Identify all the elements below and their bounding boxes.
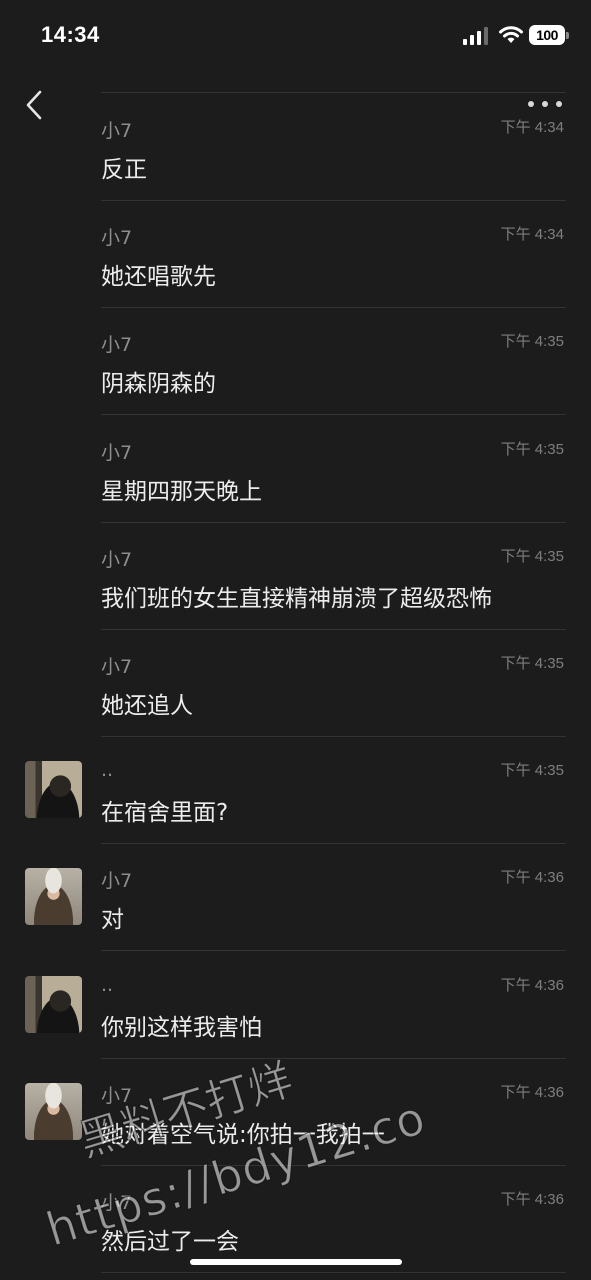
message-item[interactable]: 小7 下午 4:34 她还唱歌先 (0, 201, 591, 309)
message-time: 下午 4:35 (500, 440, 564, 458)
message-time: 下午 4:36 (500, 869, 564, 887)
message-sender: 小7 (101, 334, 133, 357)
message-sender: 小7 (101, 656, 133, 678)
message-time: 下午 4:36 (500, 976, 564, 994)
status-bar: 14:34 100 (0, 0, 591, 72)
cellular-signal-icon (463, 27, 489, 45)
message-text: 她还唱歌先 (101, 264, 216, 291)
message-item[interactable]: .. 下午 4:36 你别这样我害怕 (0, 952, 591, 1059)
avatar[interactable] (25, 868, 82, 926)
battery-icon: 100 (529, 25, 565, 45)
message-sender: 小7 (101, 120, 133, 142)
message-sender: 小7 (101, 227, 133, 250)
message-item[interactable]: 小7 下午 4:34 反正 (0, 94, 591, 201)
message-sender: 小7 (101, 441, 133, 464)
divider (101, 1272, 566, 1273)
message-sender: .. (101, 973, 114, 996)
message-text: 反正 (101, 157, 147, 183)
message-text: 对 (101, 907, 124, 934)
message-item[interactable]: 小7 下午 4:35 阴森阴森的 (0, 308, 591, 416)
message-text: 她还追人 (101, 693, 193, 719)
message-time: 下午 4:35 (500, 762, 564, 780)
message-text: 你别这样我害怕 (101, 1014, 262, 1041)
home-indicator[interactable] (190, 1259, 402, 1265)
message-time: 下午 4:35 (500, 333, 564, 351)
message-item[interactable]: 小7 下午 4:35 星期四那天晚上 (0, 416, 591, 523)
status-time: 14:34 (41, 22, 100, 47)
wifi-icon (499, 26, 523, 43)
avatar[interactable] (25, 761, 82, 819)
message-text: 我们班的女生直接精神崩溃了超级恐怖 (101, 585, 492, 612)
message-time: 下午 4:36 (500, 1083, 564, 1101)
message-item[interactable]: 小7 下午 4:35 她还追人 (0, 630, 591, 737)
message-item[interactable]: 小7 下午 4:36 对 (0, 844, 591, 952)
battery-tip (566, 32, 569, 39)
message-time: 下午 4:35 (500, 655, 564, 672)
message-sender: 小7 (101, 548, 133, 571)
message-time: 下午 4:34 (500, 226, 564, 244)
message-sender: .. (101, 759, 114, 782)
message-sender: 小7 (101, 870, 133, 893)
message-text: 阴森阴森的 (101, 371, 216, 398)
message-text: 星期四那天晚上 (101, 478, 262, 505)
message-time: 下午 4:36 (500, 1191, 564, 1208)
message-item[interactable]: 小7 下午 4:35 我们班的女生直接精神崩溃了超级恐怖 (0, 523, 591, 630)
message-item[interactable]: .. 下午 4:35 在宿舍里面? (0, 737, 591, 845)
message-time: 下午 4:35 (500, 547, 564, 565)
message-text: 在宿舍里面? (101, 800, 229, 827)
message-time: 下午 4:34 (500, 119, 564, 136)
avatar[interactable] (25, 975, 82, 1033)
divider (101, 92, 566, 93)
